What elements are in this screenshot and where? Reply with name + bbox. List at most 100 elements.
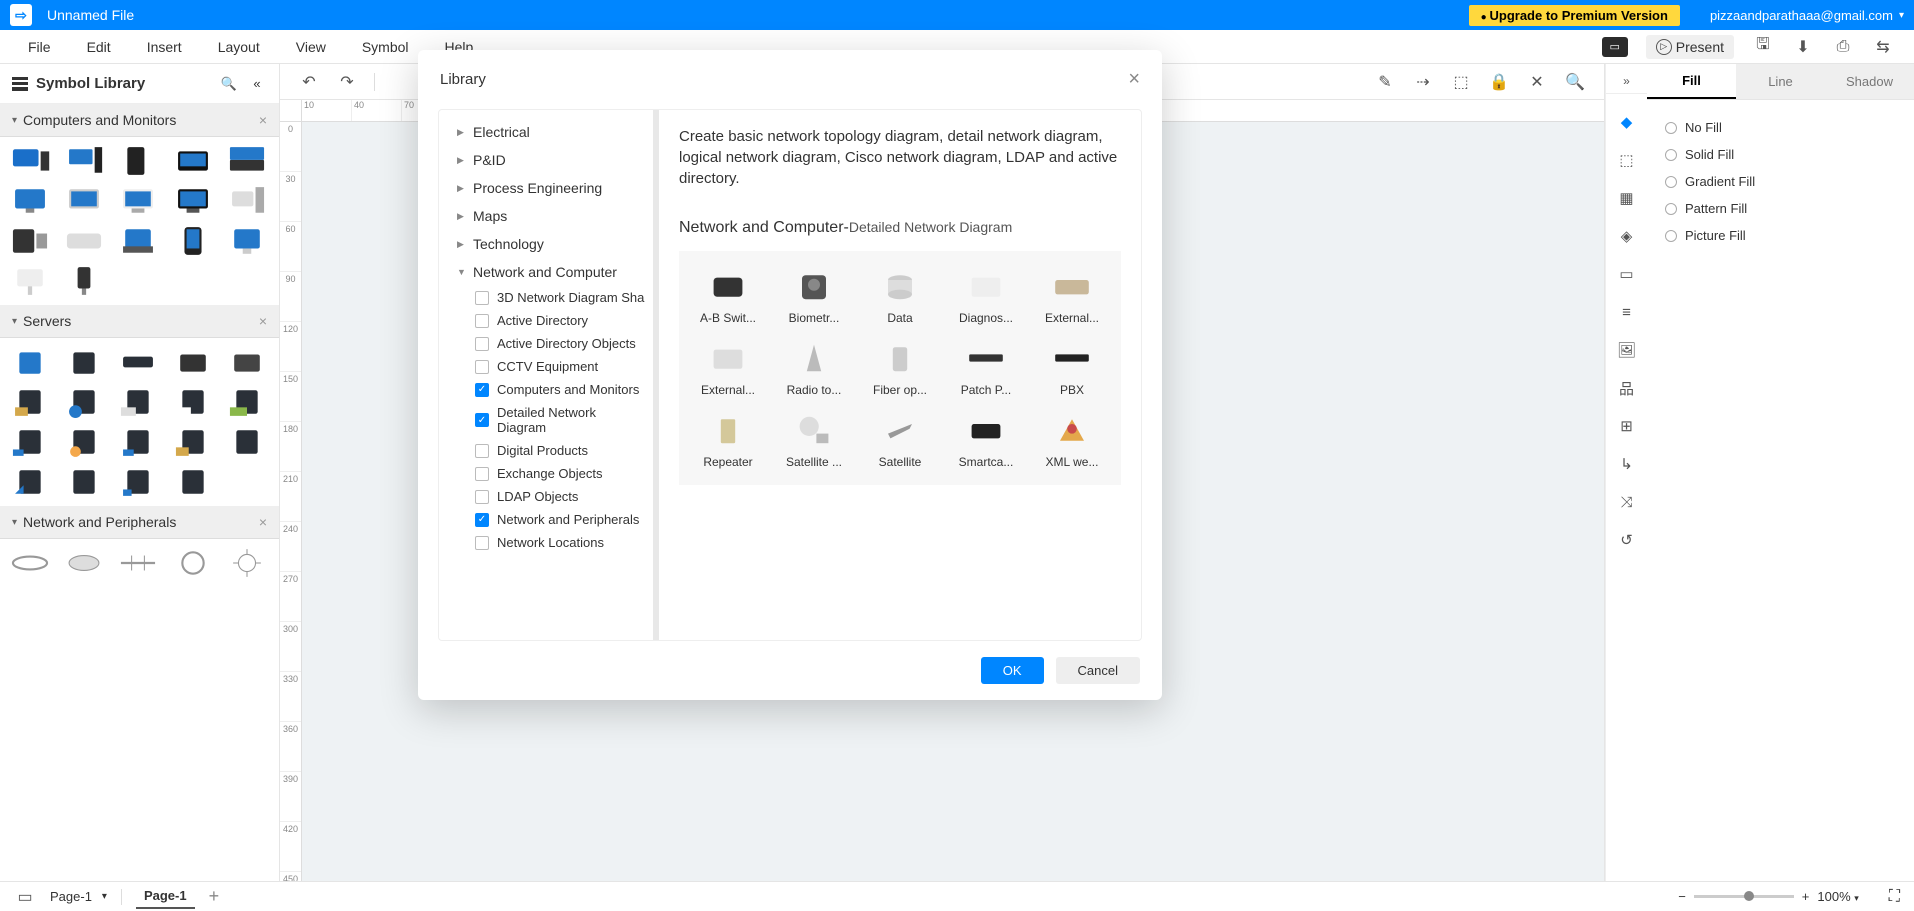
menu-insert[interactable]: Insert xyxy=(129,31,200,63)
tree-subcategory[interactable]: Network and Peripherals xyxy=(447,508,653,531)
radio-solid-fill[interactable]: Solid Fill xyxy=(1665,141,1896,168)
add-page-button[interactable]: + xyxy=(209,886,220,907)
menu-symbol[interactable]: Symbol xyxy=(344,31,427,63)
tree-subcategory[interactable]: CCTV Equipment xyxy=(447,355,653,378)
tab-shadow[interactable]: Shadow xyxy=(1825,64,1914,99)
presentation-icon[interactable]: ▭ xyxy=(1602,37,1628,57)
present-button[interactable]: Present xyxy=(1646,35,1734,59)
symbol-item[interactable] xyxy=(6,183,54,219)
tree-subcategory[interactable]: Detailed Network Diagram xyxy=(447,401,653,439)
preview-item[interactable]: A-B Swit... xyxy=(689,267,767,325)
app-logo[interactable]: ⇨ xyxy=(10,4,32,26)
preview-item[interactable]: Smartca... xyxy=(947,411,1025,469)
download-icon[interactable]: ⬇ xyxy=(1792,36,1814,58)
symbol-item[interactable] xyxy=(169,223,217,259)
tree-subcategory[interactable]: Active Directory Objects xyxy=(447,332,653,355)
fill-tool-icon[interactable]: ◆ xyxy=(1617,112,1637,132)
checkbox-icon[interactable] xyxy=(475,444,489,458)
tree-subcategory[interactable]: Digital Products xyxy=(447,439,653,462)
checkbox-icon[interactable] xyxy=(475,360,489,374)
tree-subcategory[interactable]: Computers and Monitors xyxy=(447,378,653,401)
symbol-item[interactable] xyxy=(6,263,54,299)
checkbox-icon[interactable] xyxy=(475,413,489,427)
symbol-item[interactable] xyxy=(60,424,108,460)
close-category-icon[interactable]: × xyxy=(259,514,267,530)
symbol-item[interactable] xyxy=(60,143,108,179)
preview-item[interactable]: Satellite xyxy=(861,411,939,469)
checkbox-icon[interactable] xyxy=(475,467,489,481)
checkbox-icon[interactable] xyxy=(475,513,489,527)
zoom-in-icon[interactable]: + xyxy=(1802,889,1810,904)
layers-tool-icon[interactable]: ◈ xyxy=(1617,226,1637,246)
tree-category[interactable]: ▼Network and Computer xyxy=(447,258,653,286)
tree-category[interactable]: ▶Technology xyxy=(447,230,653,258)
preview-item[interactable]: PBX xyxy=(1033,339,1111,397)
symbol-item[interactable] xyxy=(114,384,162,420)
tree-category[interactable]: ▶Maps xyxy=(447,202,653,230)
symbol-item[interactable] xyxy=(114,545,162,581)
symbol-item[interactable] xyxy=(60,223,108,259)
symbol-item[interactable] xyxy=(6,464,54,500)
symbol-item[interactable] xyxy=(169,545,217,581)
preview-item[interactable]: Patch P... xyxy=(947,339,1025,397)
symbol-item[interactable] xyxy=(223,143,271,179)
preview-item[interactable]: External... xyxy=(689,339,767,397)
symbol-item[interactable] xyxy=(169,183,217,219)
page-selector[interactable]: Page-1▾ xyxy=(50,889,107,904)
connector-icon[interactable]: ⇢ xyxy=(1412,71,1434,93)
checkbox-icon[interactable] xyxy=(475,291,489,305)
symbol-item[interactable] xyxy=(169,464,217,500)
symbol-item[interactable] xyxy=(114,464,162,500)
tree-subcategory[interactable]: Exchange Objects xyxy=(447,462,653,485)
tree-category[interactable]: ▶P&ID xyxy=(447,146,653,174)
symbol-item[interactable] xyxy=(169,143,217,179)
symbol-item[interactable] xyxy=(223,424,271,460)
expand-panel-icon[interactable]: » xyxy=(1606,74,1647,94)
tree-subcategory[interactable]: Active Directory xyxy=(447,309,653,332)
symbol-item[interactable] xyxy=(169,424,217,460)
preview-item[interactable]: Satellite ... xyxy=(775,411,853,469)
lock-icon[interactable]: 🔒 xyxy=(1488,71,1510,93)
crop-icon[interactable]: ⬚ xyxy=(1450,71,1472,93)
ok-button[interactable]: OK xyxy=(981,657,1044,684)
symbol-item[interactable] xyxy=(169,344,217,380)
preview-item[interactable]: Diagnos... xyxy=(947,267,1025,325)
tree-subcategory[interactable]: LDAP Objects xyxy=(447,485,653,508)
checkbox-icon[interactable] xyxy=(475,383,489,397)
tree-category[interactable]: ▶Process Engineering xyxy=(447,174,653,202)
preview-item[interactable]: External... xyxy=(1033,267,1111,325)
save-icon[interactable]: 🖫 xyxy=(1752,36,1774,58)
tools-icon[interactable]: ✕ xyxy=(1526,71,1548,93)
image-tool-icon[interactable]: 🖼 xyxy=(1617,340,1637,360)
symbol-item[interactable] xyxy=(114,183,162,219)
data-tool-icon[interactable]: ≡ xyxy=(1617,302,1637,322)
connector-tool-icon[interactable]: ↳ xyxy=(1617,454,1637,474)
symbol-item[interactable] xyxy=(60,545,108,581)
table-tool-icon[interactable]: ⊞ xyxy=(1617,416,1637,436)
tree-subcategory[interactable]: 3D Network Diagram Sha xyxy=(447,286,653,309)
symbol-item[interactable] xyxy=(60,263,108,299)
tree-subcategory[interactable]: Network Locations xyxy=(447,531,653,554)
grid-tool-icon[interactable]: ▦ xyxy=(1617,188,1637,208)
zoom-value[interactable]: 100% ▾ xyxy=(1817,889,1858,904)
symbol-item[interactable] xyxy=(6,223,54,259)
category-network-peripherals[interactable]: ▾ Network and Peripherals × xyxy=(0,506,279,539)
symbol-item[interactable] xyxy=(60,384,108,420)
symbol-item[interactable] xyxy=(223,223,271,259)
tree-category[interactable]: ▶Electrical xyxy=(447,118,653,146)
history-tool-icon[interactable]: ↺ xyxy=(1617,530,1637,550)
radio-gradient-fill[interactable]: Gradient Fill xyxy=(1665,168,1896,195)
category-servers[interactable]: ▾ Servers × xyxy=(0,305,279,338)
checkbox-icon[interactable] xyxy=(475,337,489,351)
upgrade-button[interactable]: Upgrade to Premium Version xyxy=(1469,5,1680,26)
symbol-item[interactable] xyxy=(60,344,108,380)
close-category-icon[interactable]: × xyxy=(259,112,267,128)
tab-fill[interactable]: Fill xyxy=(1647,64,1736,99)
preview-item[interactable]: XML we... xyxy=(1033,411,1111,469)
close-modal-icon[interactable]: × xyxy=(1128,68,1140,91)
cancel-button[interactable]: Cancel xyxy=(1056,657,1140,684)
symbol-item[interactable] xyxy=(114,223,162,259)
symbol-item[interactable] xyxy=(60,183,108,219)
symbol-item[interactable] xyxy=(6,384,54,420)
slide-tool-icon[interactable]: ▭ xyxy=(1617,264,1637,284)
